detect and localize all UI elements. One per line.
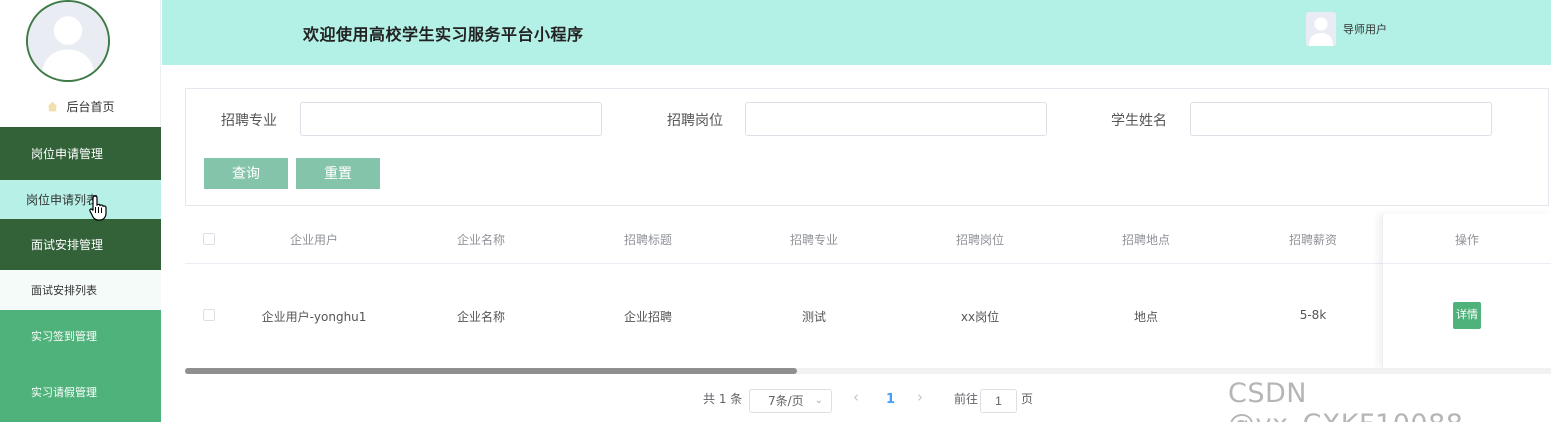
user-name: 导师用户 xyxy=(1343,23,1387,36)
sidebar-item-interview-management[interactable]: 面试安排管理 xyxy=(0,219,161,270)
home-icon xyxy=(48,101,58,111)
column-header: 招聘岗位 xyxy=(955,233,1004,247)
row-checkbox[interactable] xyxy=(203,309,215,321)
reset-button[interactable]: 重置 xyxy=(296,158,380,189)
major-input[interactable] xyxy=(300,102,602,136)
sidebar: 后台首页 岗位申请管理 岗位申请列表 面试安排管理 面试安排列表 实习签到管理 … xyxy=(0,0,161,422)
avatar-icon xyxy=(28,2,108,80)
page-title: 欢迎使用高校学生实习服务平台小程序 xyxy=(303,25,584,44)
search-panel: 招聘专业 招聘岗位 学生姓名 查询 重置 xyxy=(185,88,1549,206)
action-column-header: 操作 xyxy=(1383,214,1551,264)
table-cell: 企业名称 xyxy=(456,310,505,324)
position-input[interactable] xyxy=(745,102,1047,136)
sidebar-item-checkin-management[interactable]: 实习签到管理 xyxy=(0,310,161,362)
data-table: 企业用户 企业名称 招聘标题 招聘专业 招聘岗位 招聘地点 招聘薪资 企业用户-… xyxy=(185,214,1551,370)
user-avatar-icon xyxy=(1306,12,1336,46)
student-name-input[interactable] xyxy=(1190,102,1492,136)
next-page-icon[interactable]: › xyxy=(917,388,923,406)
current-page-number[interactable]: 1 xyxy=(886,392,895,407)
column-header: 操作 xyxy=(1454,233,1479,247)
table-cell: 企业招聘 xyxy=(623,310,672,324)
sidebar-item-interview-list[interactable]: 面试安排列表 xyxy=(0,270,161,310)
goto-page-input[interactable] xyxy=(980,389,1017,413)
hand-cursor-icon xyxy=(89,195,107,221)
table-cell: 测试 xyxy=(801,310,826,324)
app-root: 后台首页 岗位申请管理 岗位申请列表 面试安排管理 面试安排列表 实习签到管理 … xyxy=(0,0,1551,422)
column-header: 企业名称 xyxy=(456,233,505,247)
sidebar-home-link[interactable]: 后台首页 xyxy=(0,94,161,118)
sidebar-avatar xyxy=(26,0,110,82)
table-header: 企业用户 企业名称 招聘标题 招聘专业 招聘岗位 招聘地点 招聘薪资 xyxy=(185,214,1551,264)
column-header: 招聘薪资 xyxy=(1288,233,1337,247)
detail-button[interactable]: 详情 xyxy=(1453,302,1481,329)
horizontal-scrollbar-thumb[interactable] xyxy=(185,368,797,374)
user-menu[interactable]: 导师用户 xyxy=(1306,12,1387,46)
sidebar-home-label: 后台首页 xyxy=(66,99,115,114)
select-all-checkbox[interactable] xyxy=(203,233,215,245)
sidebar-item-label: 实习请假管理 xyxy=(31,386,97,399)
chevron-down-icon: ⌄ xyxy=(814,395,823,406)
sidebar-item-leave-management[interactable]: 实习请假管理 xyxy=(0,362,161,422)
sidebar-item-label: 岗位申请管理 xyxy=(31,147,104,161)
column-header: 招聘专业 xyxy=(789,233,838,247)
table-cell: 5-8k xyxy=(1299,308,1327,322)
goto-label: 前往 xyxy=(954,392,979,406)
major-label: 招聘专业 xyxy=(221,113,277,129)
top-header: 欢迎使用高校学生实习服务平台小程序 导师用户 xyxy=(162,0,1551,65)
user-avatar xyxy=(1306,12,1336,46)
page-suffix: 页 xyxy=(1021,392,1034,406)
query-button[interactable]: 查询 xyxy=(204,158,288,189)
table-cell: 企业用户-yonghu1 xyxy=(261,310,367,324)
watermark: CSDN @vx_CXKF10088 xyxy=(1228,378,1463,422)
table-cell: 地点 xyxy=(1133,310,1158,324)
sidebar-item-label: 面试安排列表 xyxy=(31,284,97,297)
page-size-select[interactable]: 7条/页 ⌄ xyxy=(749,389,832,413)
fixed-action-column: 操作 详情 xyxy=(1382,214,1551,368)
student-name-label: 学生姓名 xyxy=(1111,113,1167,129)
table-cell: xx岗位 xyxy=(960,310,1000,324)
total-count: 共 1 条 xyxy=(703,392,743,406)
column-header: 招聘标题 xyxy=(623,233,672,247)
column-header: 企业用户 xyxy=(289,233,338,247)
sidebar-item-job-application-management[interactable]: 岗位申请管理 xyxy=(0,127,161,180)
page-size-value: 7条/页 xyxy=(768,394,804,408)
sidebar-item-label: 面试安排管理 xyxy=(31,238,104,252)
table-row: 企业用户-yonghu1 企业名称 企业招聘 测试 xx岗位 地点 5-8k xyxy=(185,264,1551,368)
column-header: 招聘地点 xyxy=(1121,233,1170,247)
sidebar-item-label: 实习签到管理 xyxy=(31,330,97,343)
sidebar-item-job-application-list[interactable]: 岗位申请列表 xyxy=(0,180,161,219)
prev-page-icon[interactable]: ‹ xyxy=(853,388,859,406)
position-label: 招聘岗位 xyxy=(667,113,723,129)
